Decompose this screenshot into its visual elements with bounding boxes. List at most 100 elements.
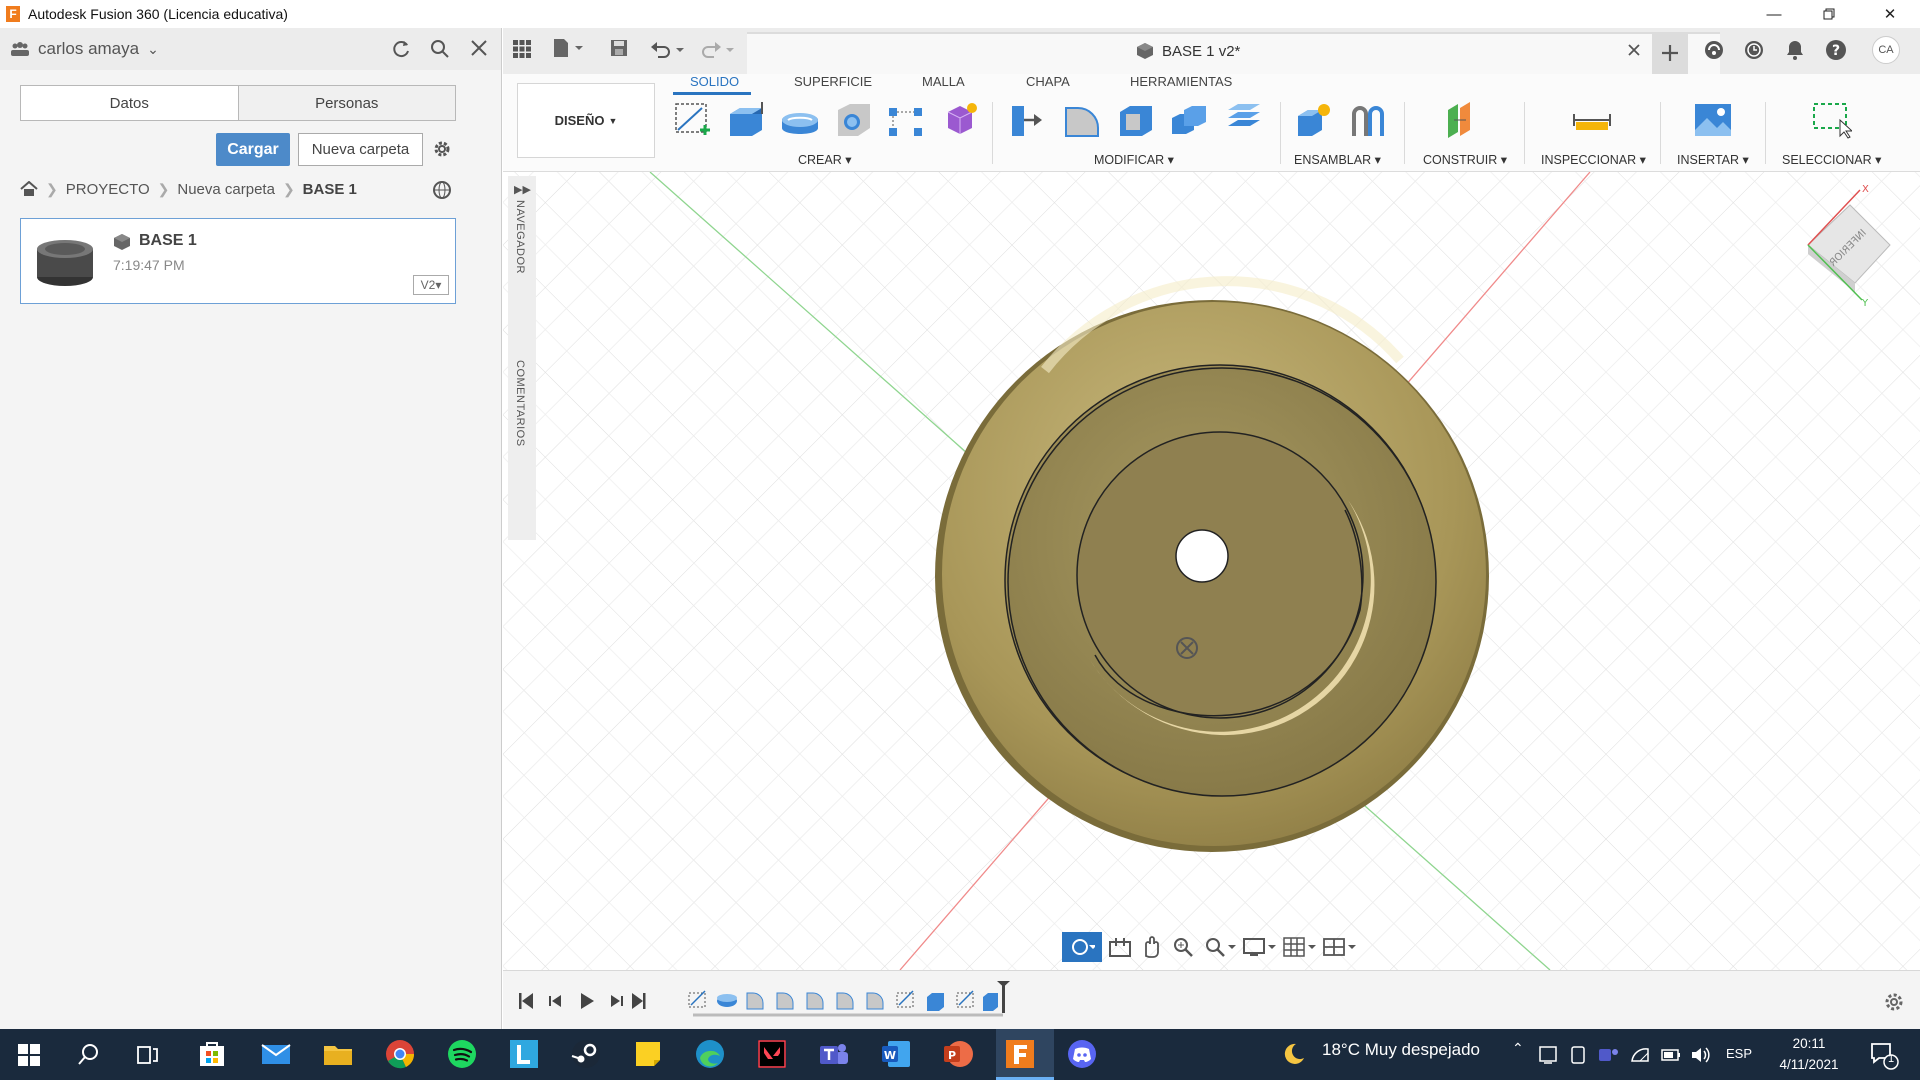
comments-label[interactable]: COMENTARIOS xyxy=(514,360,526,447)
new-component-icon[interactable] xyxy=(1294,100,1334,140)
feature-sketch-icon[interactable] xyxy=(956,990,974,1008)
steam-icon[interactable] xyxy=(570,1038,602,1070)
edge-icon[interactable] xyxy=(694,1038,726,1070)
measure-icon[interactable] xyxy=(1572,100,1612,140)
weather-moon-icon[interactable] xyxy=(1282,1042,1306,1066)
fillet-icon[interactable] xyxy=(1062,100,1102,140)
file-menu-icon[interactable] xyxy=(553,38,583,58)
extensions-icon[interactable] xyxy=(1703,39,1725,61)
go-to-start-icon[interactable] xyxy=(519,993,533,1009)
chevron-up-icon[interactable]: ⌃ xyxy=(1512,1040,1524,1057)
expand-icon[interactable]: ▶▶ xyxy=(514,183,531,196)
step-forward-icon[interactable] xyxy=(611,995,623,1007)
store-icon[interactable] xyxy=(196,1038,228,1070)
sticky-notes-icon[interactable] xyxy=(632,1038,664,1070)
group-construir[interactable]: CONSTRUIR ▾ xyxy=(1423,152,1507,167)
weather-text[interactable]: 18°C Muy despejado xyxy=(1322,1040,1480,1060)
press-pull-icon[interactable] xyxy=(1008,100,1048,140)
search-icon[interactable] xyxy=(430,39,450,59)
mail-icon[interactable] xyxy=(260,1038,292,1070)
tab-personas[interactable]: Personas xyxy=(237,86,455,120)
user-hub-name[interactable]: carlos amaya xyxy=(38,39,139,59)
pan-hand-icon[interactable] xyxy=(1140,936,1164,958)
tab-chapa[interactable]: CHAPA xyxy=(1026,74,1070,89)
powerpoint-icon[interactable]: P xyxy=(942,1038,974,1070)
create-sketch-icon[interactable] xyxy=(672,100,712,140)
wifi-icon[interactable] xyxy=(1630,1045,1650,1065)
zoom-icon[interactable] xyxy=(1172,936,1196,958)
close-icon[interactable] xyxy=(470,39,488,57)
refresh-icon[interactable] xyxy=(390,39,412,59)
feature-sketch-icon[interactable] xyxy=(896,990,914,1008)
tab-solido[interactable]: SOLIDO xyxy=(690,74,739,89)
task-view-icon[interactable] xyxy=(137,1044,159,1066)
feature-fillet-icon[interactable] xyxy=(806,992,824,1010)
file-name[interactable]: BASE 1 xyxy=(139,232,197,250)
group-modificar[interactable]: MODIFICAR ▾ xyxy=(1094,152,1174,167)
feature-revolve-icon[interactable] xyxy=(717,994,737,1007)
create-form-icon[interactable] xyxy=(940,100,980,140)
help-icon[interactable]: ? xyxy=(1825,39,1847,61)
group-crear[interactable]: CREAR ▾ xyxy=(798,152,852,167)
gear-icon[interactable] xyxy=(432,139,452,159)
hole-icon[interactable] xyxy=(834,100,874,140)
minimize-button[interactable]: — xyxy=(1745,0,1803,28)
pattern-icon[interactable] xyxy=(886,100,926,140)
tray-app-icon[interactable] xyxy=(1538,1045,1558,1065)
tab-superficie[interactable]: SUPERFICIE xyxy=(794,74,872,89)
avatar[interactable]: CA xyxy=(1872,36,1900,64)
chrome-icon[interactable] xyxy=(384,1038,416,1070)
look-at-icon[interactable] xyxy=(1108,936,1132,958)
volume-icon[interactable] xyxy=(1690,1045,1712,1065)
feature-fillet-icon[interactable] xyxy=(776,992,794,1010)
word-icon[interactable]: W xyxy=(880,1038,912,1070)
chevron-down-icon[interactable]: ⌄ xyxy=(147,41,159,58)
feature-sketch-icon[interactable] xyxy=(688,990,706,1008)
tab-herramientas[interactable]: HERRAMIENTAS xyxy=(1130,74,1232,89)
windows-start-icon[interactable] xyxy=(18,1044,40,1066)
spotify-icon[interactable] xyxy=(446,1038,478,1070)
orbit-button[interactable] xyxy=(1062,932,1102,962)
version-dropdown[interactable]: V2 ▾ xyxy=(413,275,449,295)
viewports-icon[interactable] xyxy=(1322,936,1358,958)
workspace-switcher[interactable]: DISEÑO ▼ xyxy=(517,83,655,158)
home-icon[interactable] xyxy=(20,181,38,197)
model-canvas[interactable]: INFERIOR X Y xyxy=(503,172,1920,970)
teams-icon[interactable] xyxy=(818,1038,850,1070)
clock[interactable]: 20:11 4/11/2021 xyxy=(1774,1033,1844,1075)
new-folder-button[interactable]: Nueva carpeta xyxy=(298,133,423,166)
timeline-marker[interactable] xyxy=(997,981,1010,1013)
fusion360-icon[interactable] xyxy=(1004,1038,1036,1070)
extrude-icon[interactable] xyxy=(726,100,766,140)
notification-center-icon[interactable] xyxy=(1870,1042,1900,1070)
zoom-window-icon[interactable] xyxy=(1204,936,1238,958)
feature-fillet-icon[interactable] xyxy=(866,992,884,1010)
tray-device-icon[interactable] xyxy=(1568,1045,1588,1065)
redo-icon[interactable] xyxy=(700,39,736,59)
tray-teams-icon[interactable] xyxy=(1598,1045,1620,1065)
select-window-icon[interactable] xyxy=(1812,100,1852,140)
close-window-button[interactable]: ✕ xyxy=(1860,0,1920,28)
file-card[interactable]: BASE 1 7:19:47 PM V2 ▾ xyxy=(20,218,456,304)
group-insertar[interactable]: INSERTAR ▾ xyxy=(1677,152,1749,167)
feature-fillet-icon[interactable] xyxy=(836,992,854,1010)
launcher-l-icon[interactable] xyxy=(508,1038,540,1070)
tab-malla[interactable]: MALLA xyxy=(922,74,965,89)
restore-button[interactable] xyxy=(1800,0,1858,28)
feature-extrude-icon[interactable] xyxy=(983,993,998,1011)
canvas-viewport[interactable]: INFERIOR X Y xyxy=(503,172,1920,970)
browser-label[interactable]: NAVEGADOR xyxy=(514,200,526,274)
notifications-icon[interactable] xyxy=(1785,39,1805,61)
breadcrumb-project[interactable]: PROYECTO xyxy=(66,181,150,198)
new-tab-button[interactable] xyxy=(1652,32,1688,74)
valorant-icon[interactable] xyxy=(756,1038,788,1070)
close-tab-icon[interactable] xyxy=(1628,44,1640,56)
battery-icon[interactable] xyxy=(1660,1045,1682,1065)
timeline-settings-gear-icon[interactable] xyxy=(1883,991,1905,1013)
revolve-icon[interactable] xyxy=(780,100,820,140)
upload-button[interactable]: Cargar xyxy=(216,133,290,166)
group-ensamblar[interactable]: ENSAMBLAR ▾ xyxy=(1294,152,1381,167)
step-back-icon[interactable] xyxy=(549,995,561,1007)
grid-settings-icon[interactable] xyxy=(1282,936,1318,958)
group-seleccionar[interactable]: SELECCIONAR ▾ xyxy=(1782,152,1881,167)
